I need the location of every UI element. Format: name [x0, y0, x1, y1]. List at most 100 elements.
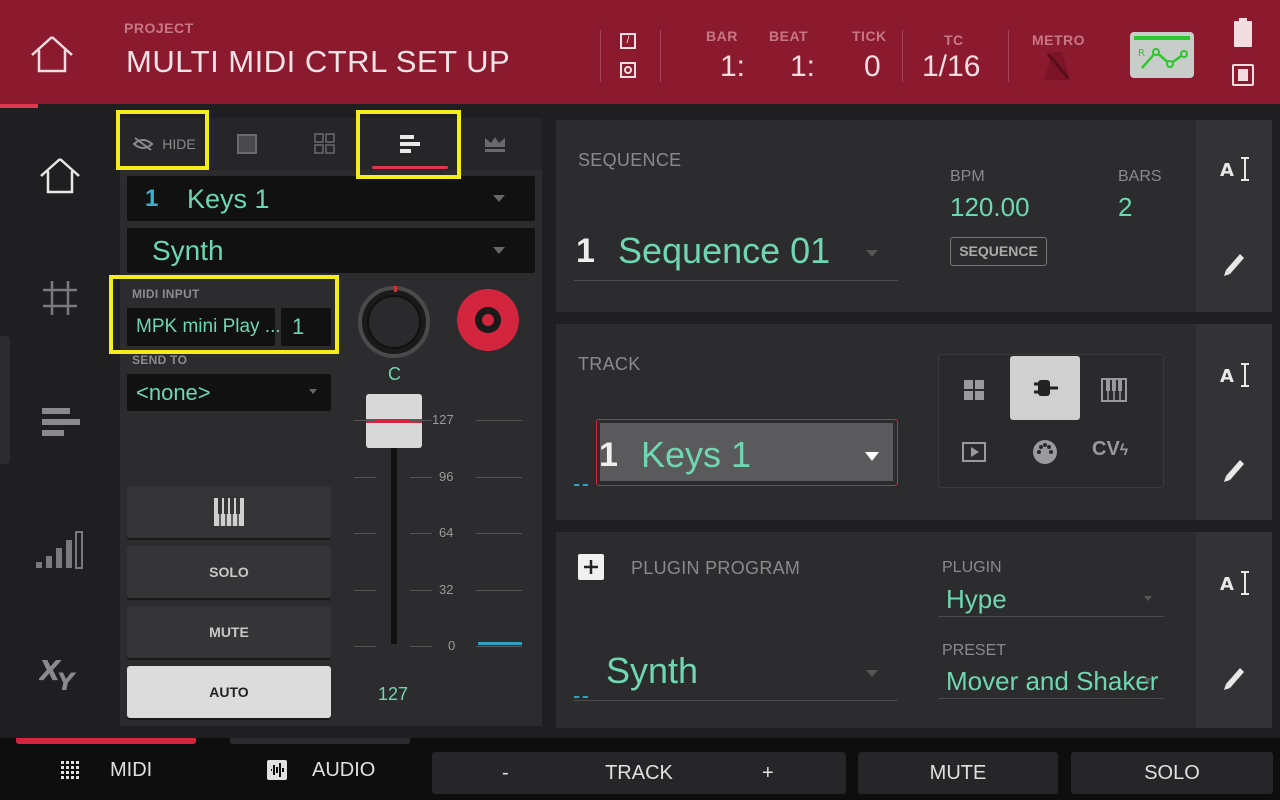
sequence-side-tools: A	[1196, 120, 1272, 312]
midi-track-icon[interactable]	[1031, 438, 1059, 466]
plugin-program-card: PLUGIN PROGRAM Synth PLUGIN Hype PRESET …	[556, 532, 1272, 728]
fader-scale-tick	[410, 476, 432, 478]
mixer-icon[interactable]	[30, 520, 90, 580]
pan-knob[interactable]	[358, 286, 430, 358]
tab-single-view[interactable]	[208, 118, 286, 170]
track-prev-button[interactable]: -	[502, 762, 509, 785]
keygroup-track-icon[interactable]	[1100, 376, 1128, 404]
clip-track-icon[interactable]	[961, 439, 987, 465]
fader-scale-tick	[476, 420, 522, 421]
plugin-program-title: PLUGIN PROGRAM	[631, 558, 801, 578]
midi-tab-label: MIDI	[110, 758, 153, 781]
track-card-number: 1	[599, 436, 618, 474]
home-icon[interactable]	[30, 146, 90, 206]
project-name[interactable]: MULTI MIDI CTRL SET UP	[126, 44, 510, 80]
pencil-icon[interactable]	[1222, 250, 1246, 278]
plugin-track-icon[interactable]	[1010, 356, 1080, 420]
auto-button[interactable]: AUTO	[127, 666, 331, 718]
beat-value[interactable]: 1:	[790, 50, 815, 84]
project-label: PROJECT	[124, 20, 194, 36]
add-program-button[interactable]	[578, 554, 604, 580]
volume-fader-handle[interactable]	[366, 394, 422, 448]
chevron-down-icon	[866, 670, 878, 677]
tab-midi[interactable]: MIDI	[60, 754, 152, 786]
chevron-down-icon	[865, 452, 879, 461]
highlight-list-tab	[356, 110, 461, 179]
track-card-name: Keys 1	[641, 434, 752, 475]
storage-icon	[1232, 64, 1254, 86]
fader-scale-label: 127	[432, 412, 454, 427]
metro-label: METRO	[1032, 32, 1086, 48]
track-card: TRACK 1 Keys 1 CVϟ A	[556, 324, 1272, 520]
plugin-program-name[interactable]: Synth	[606, 650, 698, 692]
cv-track-button[interactable]: CVϟ	[1092, 438, 1138, 466]
solo-button[interactable]: SOLO	[127, 546, 331, 598]
sequence-name[interactable]: Sequence 01	[618, 230, 830, 272]
fader-scale-label: 32	[439, 581, 454, 597]
track-next-button[interactable]: +	[762, 762, 774, 785]
meter-level	[478, 642, 522, 645]
track-level-dash	[574, 484, 588, 486]
fader-scale-label: 96	[439, 468, 454, 484]
bar-value[interactable]: 1:	[720, 50, 745, 84]
bottom-mute-button[interactable]: MUTE	[858, 752, 1058, 794]
grid-icon[interactable]	[30, 268, 90, 328]
rename-icon[interactable]: A	[1220, 362, 1250, 388]
tab-crown-view[interactable]	[456, 118, 534, 170]
metronome-icon[interactable]	[1042, 50, 1072, 82]
track-side-tools: A	[1196, 324, 1272, 520]
svg-text:A: A	[1220, 366, 1234, 387]
beat-label: BEAT	[769, 28, 809, 44]
tick-value[interactable]: 0	[864, 50, 881, 84]
drum-track-icon[interactable]	[960, 376, 988, 404]
sequence-button[interactable]: SEQUENCE	[950, 237, 1047, 266]
chevron-down-icon	[309, 389, 317, 394]
fader-scale-tick	[476, 533, 522, 534]
rename-icon[interactable]: A	[1220, 156, 1250, 182]
fader-scale-tick	[476, 476, 522, 478]
plugin-side-tools: A	[1196, 532, 1272, 728]
pad-mode-icon[interactable]: /	[620, 33, 636, 49]
highlight-midi-input	[109, 275, 339, 354]
preset-value[interactable]: Mover and Shaker	[946, 666, 1158, 697]
plugin-label: PLUGIN	[942, 559, 1002, 576]
cv-label: CV	[1092, 438, 1120, 460]
tab-audio[interactable]: AUDIO	[266, 754, 375, 786]
rename-icon[interactable]: A	[1220, 570, 1250, 596]
record-mode-icon[interactable]	[620, 62, 636, 78]
record-arm-button[interactable]	[457, 289, 519, 351]
sequence-card: SEQUENCE 1 Sequence 01 BPM 120.00 BARS 2…	[556, 120, 1272, 312]
bottom-solo-button[interactable]: SOLO	[1071, 752, 1273, 794]
track-selector: - TRACK +	[432, 752, 846, 794]
plugin-value[interactable]: Hype	[946, 584, 1007, 615]
bars-value[interactable]: 2	[1118, 192, 1132, 223]
pencil-icon[interactable]	[1222, 456, 1246, 484]
highlight-hide-tab	[116, 110, 209, 170]
plus-icon	[584, 560, 598, 574]
send-to-select[interactable]: <none>	[127, 374, 331, 411]
track-select[interactable]: 1 Keys 1	[127, 176, 535, 221]
fader-scale-label: 0	[448, 638, 456, 653]
fader-scale-tick	[410, 646, 432, 647]
track-name: Keys 1	[187, 184, 270, 214]
program-level-dash	[574, 696, 588, 698]
svg-text:A: A	[1220, 574, 1234, 595]
track-view-icon[interactable]	[30, 392, 90, 452]
pencil-icon[interactable]	[1222, 664, 1246, 692]
bpm-label: BPM	[950, 168, 985, 185]
tab-grid-view[interactable]	[286, 118, 364, 170]
fader-scale-label: 64	[439, 525, 454, 540]
xy-icon[interactable]: XY	[30, 642, 90, 702]
home-icon[interactable]	[28, 34, 76, 74]
automation-icon[interactable]: R	[1130, 32, 1194, 78]
send-to-value: <none>	[136, 380, 211, 405]
program-select[interactable]: Synth	[127, 228, 535, 273]
mute-button[interactable]: MUTE	[127, 606, 331, 658]
track-select-field[interactable]: 1 Keys 1	[596, 419, 898, 486]
bpm-value[interactable]: 120.00	[950, 192, 1030, 223]
keyboard-button[interactable]	[127, 486, 331, 538]
pan-value: C	[388, 364, 401, 384]
chevron-down-icon	[493, 195, 505, 202]
tc-value[interactable]: 1/16	[922, 50, 980, 84]
chevron-down-icon	[866, 250, 878, 257]
